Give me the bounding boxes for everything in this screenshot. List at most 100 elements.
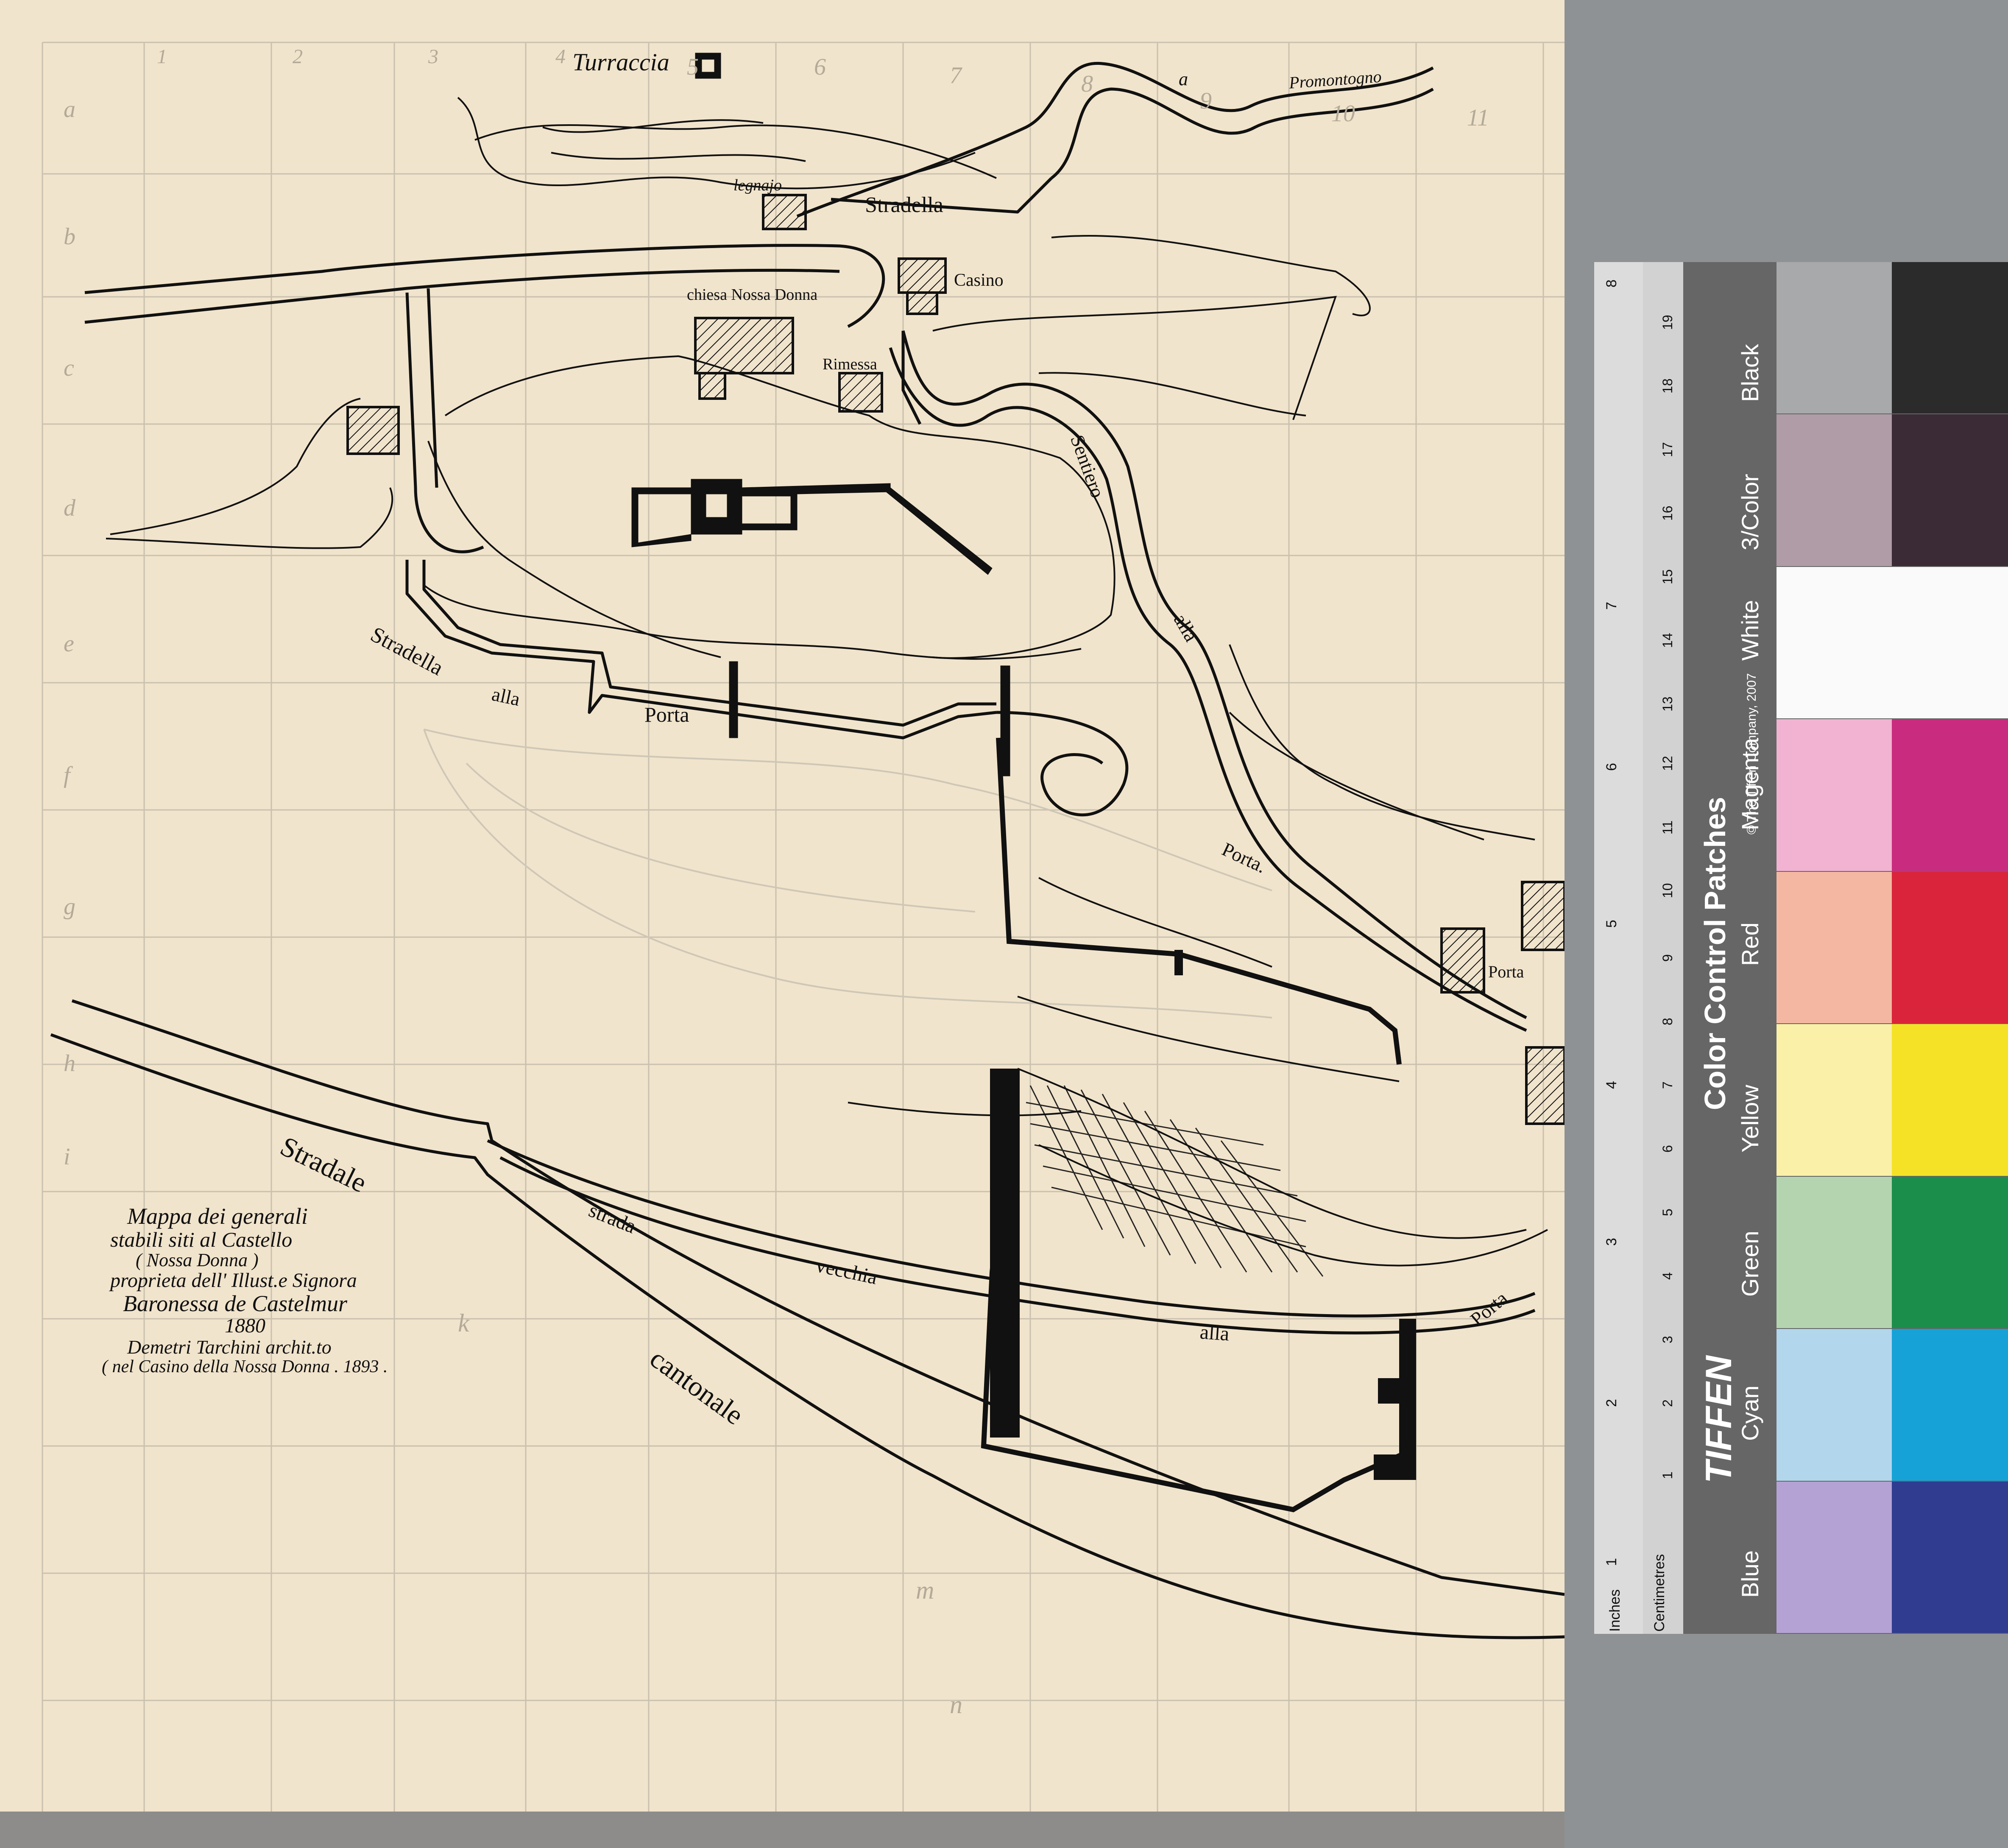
walls	[981, 737, 1414, 1513]
cm-tick-7: 7	[1660, 1081, 1675, 1089]
cm-tick-16: 16	[1660, 505, 1675, 521]
grid-row-b: b	[64, 223, 75, 250]
grid-row-i: i	[64, 1144, 70, 1170]
patch-cyan-dark	[1892, 1329, 2008, 1481]
cm-tick-11: 11	[1660, 820, 1675, 835]
cm-tick-15: 15	[1660, 569, 1675, 584]
grid-col-5: 5	[687, 54, 699, 80]
title-line-7: Demetri Tarchini archit.to	[127, 1336, 332, 1358]
patch-yellow-dark	[1892, 1024, 2008, 1176]
patch-red-light	[1777, 871, 1892, 1024]
ruler-centimetres: Centimetres 1 2 3 4 5 6 7 8 9 10 11 12 1…	[1643, 262, 1683, 1634]
label-stradella-top: Stradella	[865, 193, 943, 217]
patch-label-green: Green	[1737, 1231, 1763, 1297]
patch-green-light	[1777, 1176, 1892, 1329]
label-legnajo: legnajo	[733, 176, 782, 194]
grid-col-8: 8	[1081, 71, 1093, 97]
grid-col-2: 2	[293, 45, 303, 68]
ruler-cm-label: Centimetres	[1651, 1554, 1668, 1632]
cm-tick-17: 17	[1660, 442, 1675, 457]
color-card: Inches 1 2 3 4 5 6 7 8 Centimetres 1 2 3…	[1594, 262, 2008, 1634]
ruler-inches-label: Inches	[1607, 1589, 1623, 1632]
patch-cyan-light	[1777, 1329, 1892, 1481]
inch-tick-4: 4	[1604, 1081, 1620, 1089]
patch-blue-light	[1777, 1481, 1892, 1633]
title-line-2: stabili siti al Castello	[110, 1227, 293, 1251]
title-line-1: Mappa dei generali	[127, 1203, 308, 1229]
grid-col-10: 10	[1331, 100, 1355, 127]
patch-yellow-light	[1777, 1024, 1892, 1176]
grid-col-7: 7	[950, 62, 962, 89]
grid-row-c: c	[64, 355, 74, 381]
patch-label-cyan: Cyan	[1737, 1385, 1763, 1441]
cm-tick-2: 2	[1660, 1399, 1675, 1407]
title-line-3: ( Nossa Donna )	[136, 1250, 259, 1271]
grid-row-d: d	[64, 495, 75, 521]
tiffen-logo: TIFFEN	[1698, 1356, 1739, 1483]
patch-magenta-light	[1777, 719, 1892, 871]
inch-tick-6: 6	[1604, 763, 1620, 771]
card-title: Color Control Patches	[1698, 797, 1732, 1110]
grid-row-n: n	[950, 1691, 962, 1719]
cm-tick-5: 5	[1660, 1209, 1675, 1216]
inch-tick-2: 2	[1604, 1399, 1620, 1407]
label-porta-east: Porta	[1488, 962, 1524, 981]
cm-tick-13: 13	[1660, 696, 1675, 712]
cm-tick-12: 12	[1660, 756, 1675, 771]
wall-blocks	[990, 950, 1416, 1480]
bottom-edge	[0, 1812, 1565, 1848]
patch-label-black: Black	[1737, 344, 1763, 402]
inch-tick-8: 8	[1604, 279, 1620, 288]
label-chiesa: chiesa Nossa Donna	[687, 286, 818, 304]
patch-green-dark	[1892, 1176, 2008, 1329]
patch-black-light	[1777, 262, 1892, 414]
patch-white-dark	[1892, 567, 2008, 719]
cm-tick-18: 18	[1660, 378, 1675, 394]
patch-magenta-dark	[1892, 719, 2008, 871]
grid-row-g: g	[64, 893, 75, 920]
inch-tick-1: 1	[1604, 1558, 1620, 1566]
pencil-sketch	[423, 729, 1272, 1019]
cm-tick-14: 14	[1660, 633, 1675, 648]
patch-white-light	[1777, 567, 1892, 719]
cm-tick-3: 3	[1660, 1336, 1675, 1343]
grid-row-f: f	[64, 762, 70, 788]
grid-col-11: 11	[1467, 105, 1489, 131]
title-line-5: Baronessa de Castelmur	[123, 1290, 347, 1316]
pencil-grid	[42, 42, 1565, 1812]
grid-col-4: 4	[555, 45, 566, 68]
title-line-6: 1880	[225, 1315, 265, 1337]
cm-tick-6: 6	[1660, 1145, 1675, 1153]
grid-col-1: 1	[157, 45, 167, 68]
label-porta-stradella: Porta	[644, 703, 689, 726]
inch-tick-5: 5	[1604, 920, 1620, 928]
label-alla-vecchia: alla	[1199, 1320, 1230, 1346]
label-rimessa: Rimessa	[823, 355, 877, 373]
cm-tick-19: 19	[1660, 315, 1675, 330]
patch-label-magenta: Magenta	[1737, 738, 1763, 830]
patch-3color-dark	[1892, 414, 2008, 566]
grid-col-9: 9	[1200, 88, 1212, 114]
grid-row-m: m	[916, 1576, 934, 1604]
cm-tick-1: 1	[1660, 1471, 1675, 1479]
patch-label-yellow: Yellow	[1737, 1085, 1763, 1153]
grid-col-3: 3	[428, 45, 438, 68]
inch-tick-7: 7	[1604, 602, 1620, 610]
title-line-8: ( nel Casino della Nossa Donna . 1893 .	[102, 1357, 388, 1377]
map-drawing	[42, 42, 1565, 1812]
inch-tick-3: 3	[1604, 1238, 1620, 1246]
patch-red-dark	[1892, 871, 2008, 1024]
grid-row-a: a	[64, 96, 75, 123]
cm-tick-9: 9	[1660, 954, 1675, 962]
patch-3color-light	[1777, 414, 1892, 566]
grid-row-e: e	[64, 631, 74, 657]
label-a: a	[1179, 69, 1188, 89]
cm-tick-10: 10	[1660, 883, 1675, 898]
patch-label-blue: Blue	[1737, 1550, 1763, 1598]
cm-tick-4: 4	[1660, 1272, 1675, 1280]
cliff-hatching	[1026, 1085, 1324, 1277]
cm-tick-8: 8	[1660, 1018, 1675, 1025]
map-sheet: Turraccia Promontogno a legnajo Stradell…	[0, 0, 1565, 1812]
label-turraccia: Turraccia	[572, 48, 669, 76]
patch-blue-dark	[1892, 1481, 2008, 1633]
